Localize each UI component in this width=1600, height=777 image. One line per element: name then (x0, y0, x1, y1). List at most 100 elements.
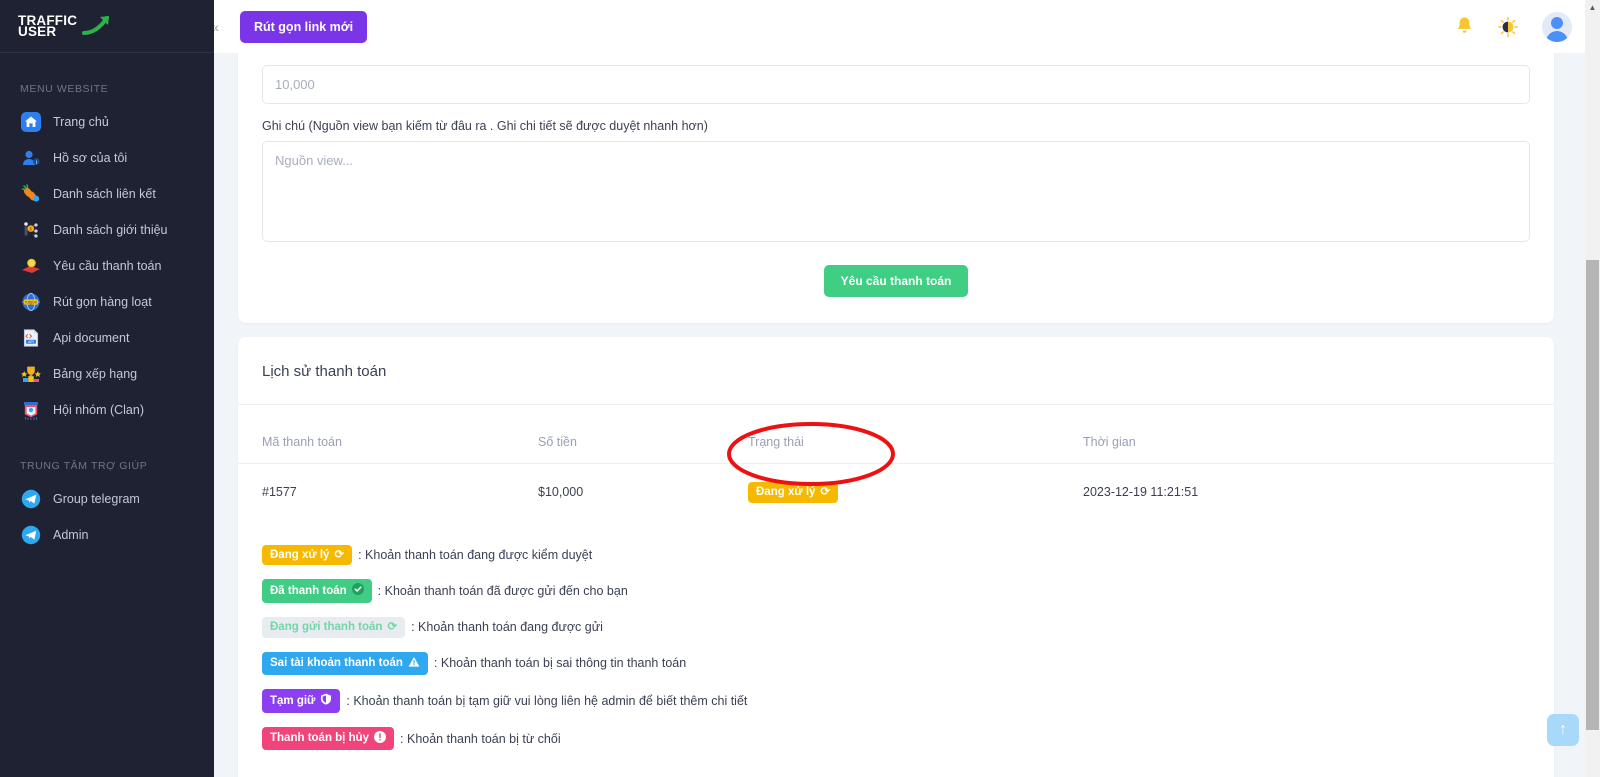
sidebar-item-rut-gon-hang-loat[interactable]: rutgon Rút gọn hàng loạt (0, 284, 214, 320)
sidebar: TRAFFIC USER MENU WEBSITE Trang chủ i Hồ… (0, 0, 214, 777)
scrollbar-thumb[interactable] (1586, 260, 1599, 730)
chevron-double-left-icon: « (214, 19, 219, 35)
page-scroll-area: Ghi chú (Nguồn view bạn kiếm từ đâu ra .… (214, 53, 1600, 777)
legend-badge-label: Đang gửi thanh toán (270, 620, 383, 633)
brand-line2: USER (18, 24, 57, 39)
notification-bell-icon[interactable] (1455, 16, 1474, 37)
app-root: TRAFFIC USER MENU WEBSITE Trang chủ i Hồ… (0, 0, 1600, 777)
leaderboard-trophy-icon (20, 363, 42, 385)
sidebar-item-label: Danh sách giới thiệu (53, 223, 168, 237)
new-short-link-button[interactable]: Rút gọn link mới (240, 10, 368, 43)
sidebar-item-ho-so-cua-toi[interactable]: i Hồ sơ của tôi (0, 140, 214, 176)
sidebar-section-trung-tam-tro-giup: TRUNG TÂM TRỢ GIÚP (20, 460, 148, 472)
legend-badge-processing: Đang xử lý ⟳ (262, 544, 353, 566)
sidebar-item-danh-sach-gioi-thieu[interactable]: $ Danh sách giới thiệu (0, 212, 214, 248)
sidebar-item-danh-sach-lien-ket[interactable]: Danh sách liên kết (0, 176, 214, 212)
telegram-icon (20, 524, 42, 546)
avatar-body (1546, 30, 1568, 42)
user-profile-icon: i (20, 147, 42, 169)
bulk-shorten-icon: rutgon (20, 291, 42, 313)
legend-badge-cancelled: Thanh toán bị hủy (262, 726, 395, 751)
sidebar-item-trang-chu[interactable]: Trang chủ (0, 104, 214, 140)
sidebar-nav-menu-website: Trang chủ i Hồ sơ của tôi Danh sách liên… (0, 104, 214, 428)
legend-row-paid: Đã thanh toán : Khoản thanh toán đã được… (262, 579, 1530, 603)
legend-desc: : Khoản thanh toán đã được gửi đến cho b… (377, 584, 628, 599)
sidebar-item-group-telegram[interactable]: Group telegram (0, 481, 214, 517)
legend-desc: : Khoản thanh toán đang được gửi (411, 620, 603, 635)
scroll-to-top-button[interactable]: ↑ (1547, 714, 1579, 746)
sidebar-item-label: Bảng xếp hạng (53, 367, 138, 381)
sidebar-item-label: Hội nhóm (Clan) (53, 403, 145, 417)
cut-off-label (262, 53, 1530, 65)
sidebar-item-hoi-nhom-clan[interactable]: Hội nhóm (Clan) (0, 392, 214, 428)
avatar-head (1551, 16, 1563, 29)
sidebar-item-admin[interactable]: Admin (0, 517, 214, 553)
home-icon (20, 111, 42, 133)
sidebar-collapse-toggle[interactable]: « (214, 12, 228, 42)
col-header-so-tien: Số tiền (538, 405, 748, 464)
api-document-icon: API (20, 327, 42, 349)
sidebar-item-label: Hồ sơ của tôi (53, 151, 128, 165)
legend-badge-label: Sai tài khoản thanh toán (270, 657, 403, 670)
note-textarea[interactable] (262, 141, 1530, 242)
sidebar-item-label: Api document (53, 331, 130, 345)
user-avatar-icon[interactable] (1542, 11, 1572, 42)
brand-logo[interactable]: TRAFFIC USER (0, 0, 214, 53)
legend-badge-label: Đã thanh toán (270, 584, 347, 597)
payment-request-form-card: Ghi chú (Nguồn view bạn kiếm từ đâu ra .… (238, 53, 1554, 323)
svg-text:rutgon: rutgon (25, 300, 38, 305)
sidebar-item-label: Admin (53, 528, 89, 542)
arrow-up-icon: ↑ (1559, 721, 1567, 738)
legend-row-cancelled: Thanh toán bị hủy : Khoản thanh toán bị … (262, 726, 1530, 751)
note-label: Ghi chú (Nguồn view bạn kiếm từ đâu ra .… (262, 119, 708, 133)
legend-desc: : Khoản thanh toán bị tạm giữ vui lòng l… (346, 694, 748, 709)
sidebar-item-label: Danh sách liên kết (53, 187, 156, 201)
payment-request-icon (20, 255, 42, 277)
legend-row-processing: Đang xử lý ⟳ : Khoản thanh toán đang đượ… (262, 544, 1530, 566)
payment-history-card: Lịch sử thanh toán Mã thanh toán Số tiền… (238, 337, 1554, 777)
request-payment-button[interactable]: Yêu cầu thanh toán (823, 265, 969, 297)
legend-desc: : Khoản thanh toán đang được kiểm duyệt (358, 547, 593, 562)
legend-row-sending: Đang gửi thanh toán ⟳ : Khoản thanh toán… (262, 616, 1530, 638)
cell-payment-code: #1577 (262, 485, 297, 500)
legend-badge-hold: Tạm giữ (262, 689, 341, 713)
svg-text:i: i (36, 160, 37, 166)
warning-triangle-icon (408, 656, 420, 672)
cell-time: 2023-12-19 11:21:51 (1083, 485, 1199, 500)
legend-desc: : Khoản thanh toán bị từ chối (400, 731, 561, 746)
sidebar-item-bang-xep-hang[interactable]: Bảng xếp hạng (0, 356, 214, 392)
spinner-icon: ⟳ (387, 620, 398, 633)
amount-input[interactable] (262, 65, 1530, 104)
legend-badge-label: Đang xử lý (270, 548, 330, 561)
browser-scrollbar[interactable]: ▲ (1585, 0, 1600, 777)
status-legend: Đang xử lý ⟳ : Khoản thanh toán đang đượ… (238, 521, 1554, 751)
sidebar-item-label: Group telegram (53, 492, 140, 506)
cell-status: Đang xử lý ⟳ (748, 464, 1083, 521)
table-body: #1577 $10,000 Đang xử lý ⟳ 2023-12-19 11… (238, 464, 1554, 521)
legend-badge-paid: Đã thanh toán (262, 579, 372, 603)
sidebar-item-label: Yêu cầu thanh toán (53, 259, 162, 273)
col-header-thoi-gian: Thời gian (1083, 405, 1554, 464)
green-up-arrow-icon (82, 14, 112, 41)
legend-badge-wrong-account: Sai tài khoản thanh toán (262, 651, 428, 676)
theme-toggle-sun-moon-icon[interactable] (1498, 16, 1518, 37)
legend-row-hold: Tạm giữ : Khoản thanh toán bị tạm giữ vu… (262, 689, 1530, 713)
legend-desc: : Khoản thanh toán bị sai thông tin than… (433, 656, 687, 671)
scrollbar-arrow-up-icon[interactable]: ▲ (1585, 0, 1600, 15)
sidebar-nav-help: Group telegram Admin (0, 481, 214, 553)
main-area: « Rút gọn link mới (214, 0, 1600, 777)
check-circle-icon (351, 583, 364, 599)
table-row: #1577 $10,000 Đang xử lý ⟳ 2023-12-19 11… (238, 464, 1554, 521)
payment-history-title: Lịch sử thanh toán (238, 337, 1554, 405)
col-header-ma-thanh-toan: Mã thanh toán (238, 405, 538, 464)
table-head: Mã thanh toán Số tiền Trạng thái Thời gi… (238, 405, 1554, 464)
legend-row-wrong-account: Sai tài khoản thanh toán : Khoản thanh t… (262, 651, 1530, 676)
table-header-row: Mã thanh toán Số tiền Trạng thái Thời gi… (238, 405, 1554, 464)
exclamation-circle-icon (374, 730, 387, 747)
cell-amount: $10,000 (538, 485, 584, 500)
link-chain-icon (20, 183, 42, 205)
sidebar-item-yeu-cau-thanh-toan[interactable]: Yêu cầu thanh toán (0, 248, 214, 284)
status-badge-label: Đang xử lý (756, 486, 816, 498)
sidebar-item-api-document[interactable]: API Api document (0, 320, 214, 356)
sidebar-item-label: Trang chủ (53, 115, 109, 129)
